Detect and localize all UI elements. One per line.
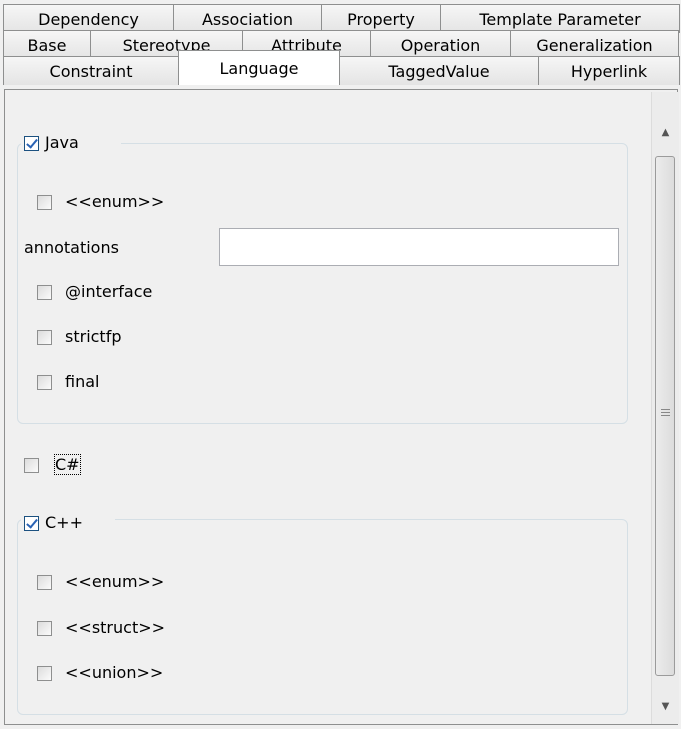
tab-row-1: Dependency Association Property Template… <box>3 4 680 33</box>
tab-label: Hyperlink <box>570 61 648 81</box>
tab-constraint[interactable]: Constraint <box>3 56 179 85</box>
tab-taggedvalue[interactable]: TaggedValue <box>339 56 539 85</box>
cpp-checkbox[interactable] <box>24 516 39 531</box>
scroll-thumb[interactable] <box>655 156 675 676</box>
interface-label: @interface <box>65 282 153 301</box>
tab-hyperlink[interactable]: Hyperlink <box>538 56 680 85</box>
grip-icon <box>661 409 670 418</box>
tab-property[interactable]: Property <box>321 4 441 33</box>
tab-generalization[interactable]: Generalization <box>510 30 679 59</box>
interface-checkbox[interactable] <box>37 285 52 300</box>
tab-language[interactable]: Language <box>178 50 340 85</box>
csharp-checkbox[interactable] <box>24 458 39 473</box>
tab-label: Property <box>347 9 415 29</box>
tab-label: Language <box>219 58 299 78</box>
tab-row-2: Base Stereotype Attribute Operation Gene… <box>3 30 679 59</box>
strictfp-label: strictfp <box>65 327 122 346</box>
cpp-enum-checkbox[interactable] <box>37 575 52 590</box>
final-checkbox[interactable] <box>37 375 52 390</box>
tab-label: Template Parameter <box>479 9 641 29</box>
annotations-input[interactable] <box>219 228 619 266</box>
tab-label: Constraint <box>49 61 133 81</box>
tab-operation[interactable]: Operation <box>370 30 511 59</box>
scroll-down-icon[interactable]: ▼ <box>652 694 679 718</box>
csharp-label: C# <box>54 454 81 475</box>
tab-label: Dependency <box>38 9 139 29</box>
vertical-scrollbar[interactable]: ▲ ▼ <box>651 92 679 724</box>
scroll-up-icon[interactable]: ▲ <box>652 120 679 144</box>
tab-label: TaggedValue <box>388 61 490 81</box>
cpp-label: C++ <box>45 513 83 532</box>
java-label: Java <box>45 133 79 152</box>
tab-label: Association <box>201 9 294 29</box>
tab-dependency[interactable]: Dependency <box>3 4 174 33</box>
java-enum-checkbox[interactable] <box>37 195 52 210</box>
tab-template-parameter[interactable]: Template Parameter <box>440 4 680 33</box>
tab-label: Generalization <box>536 35 653 55</box>
tab-association[interactable]: Association <box>173 4 322 33</box>
cpp-union-label: <<union>> <box>65 663 164 682</box>
cpp-group-box <box>17 519 628 715</box>
java-checkbox[interactable] <box>24 136 39 151</box>
tab-label: Operation <box>400 35 481 55</box>
cpp-enum-label: <<enum>> <box>65 572 165 591</box>
final-label: final <box>65 372 100 391</box>
annotations-label: annotations <box>24 238 119 257</box>
tab-base[interactable]: Base <box>3 30 91 59</box>
tab-row-3: Constraint Language TaggedValue Hyperlin… <box>3 50 680 85</box>
strictfp-checkbox[interactable] <box>37 330 52 345</box>
cpp-struct-label: <<struct>> <box>65 618 166 637</box>
tab-label: Base <box>27 35 67 55</box>
cpp-union-checkbox[interactable] <box>37 666 52 681</box>
java-enum-label: <<enum>> <box>65 192 165 211</box>
cpp-struct-checkbox[interactable] <box>37 621 52 636</box>
